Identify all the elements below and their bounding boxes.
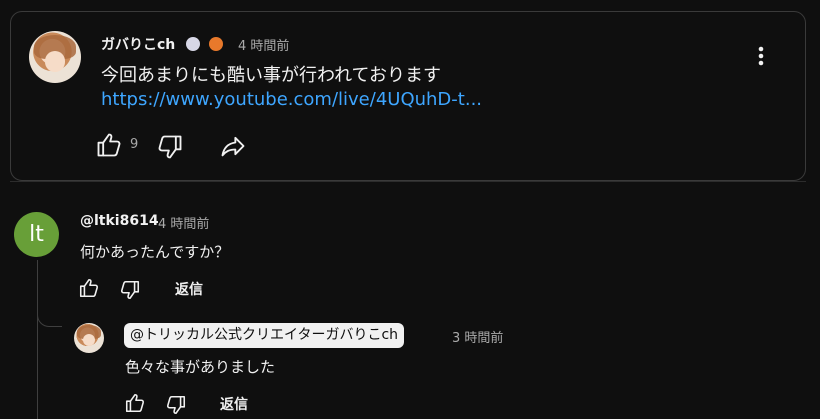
reply-button[interactable]: 返信 bbox=[220, 394, 248, 414]
comment-time[interactable]: 4 時間前 bbox=[158, 213, 209, 232]
comment-author[interactable]: @ltki8614 bbox=[80, 213, 159, 229]
user-avatar[interactable]: lt bbox=[14, 212, 59, 257]
pumpkin-icon bbox=[209, 37, 224, 51]
dislike-icon[interactable] bbox=[119, 279, 141, 301]
more-vert-icon[interactable] bbox=[752, 44, 770, 68]
author-badges bbox=[184, 34, 224, 53]
comment-author[interactable]: ガバりこch bbox=[101, 34, 175, 54]
reply-text: 色々な事がありました bbox=[125, 358, 276, 376]
comment-link[interactable]: https://www.youtube.com/live/4UQuhD-t... bbox=[101, 89, 482, 110]
creator-author-chip[interactable]: @トリッカル公式クリエイターガバりこch bbox=[124, 323, 405, 348]
reply-avatar[interactable] bbox=[74, 323, 104, 353]
dislike-icon[interactable] bbox=[165, 394, 187, 416]
like-count: 9 bbox=[130, 137, 139, 152]
like-icon[interactable] bbox=[95, 131, 123, 159]
comment-text: 何かあったんですか？ bbox=[80, 243, 230, 261]
comment-text: 今回あまりにも酷い事が行われております bbox=[101, 65, 442, 86]
reply-time[interactable]: 3 時間前 bbox=[452, 327, 503, 346]
reply-button[interactable]: 返信 bbox=[175, 279, 203, 299]
like-icon[interactable] bbox=[124, 392, 146, 414]
dislike-icon[interactable] bbox=[156, 133, 184, 161]
thread-line bbox=[37, 260, 38, 419]
rice-ball-icon bbox=[186, 37, 200, 51]
share-icon[interactable] bbox=[218, 132, 248, 160]
thread-connector bbox=[37, 300, 62, 327]
divider bbox=[10, 181, 806, 182]
like-icon[interactable] bbox=[78, 277, 100, 299]
comment-time[interactable]: 4 時間前 bbox=[238, 35, 289, 54]
channel-avatar[interactable] bbox=[29, 31, 81, 83]
